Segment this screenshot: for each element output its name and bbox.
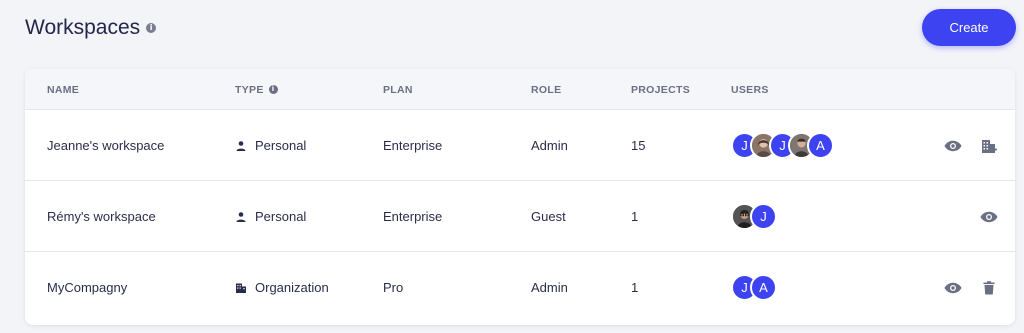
header-plan-label: PLAN: [383, 83, 413, 96]
view-icon[interactable]: [979, 207, 999, 227]
avatar[interactable]: A: [807, 132, 834, 159]
page-title-text: Workspaces: [25, 16, 141, 39]
header-role: ROLE: [531, 69, 561, 110]
workspace-type-label: Organization: [255, 280, 329, 295]
workspace-role: Admin: [531, 138, 568, 153]
header-projects: PROJECTS: [631, 69, 690, 110]
workspace-projects: 15: [631, 138, 646, 153]
table-row[interactable]: Jeanne's workspace Personal Enterprise A…: [25, 110, 1015, 181]
workspace-name[interactable]: Rémy's workspace: [47, 181, 156, 252]
workspace-type-label: Personal: [255, 138, 307, 153]
header-name: NAME: [47, 69, 79, 110]
info-icon[interactable]: i: [268, 85, 278, 94]
row-actions: [979, 181, 999, 252]
workspace-plan: Enterprise: [383, 138, 443, 153]
workspace-users: J A: [731, 252, 777, 323]
header-plan: PLAN: [383, 69, 413, 110]
page-title: Workspaces i: [25, 16, 157, 40]
workspace-name[interactable]: MyCompagny: [47, 252, 127, 323]
person-icon: [236, 211, 246, 222]
table-row[interactable]: Rémy's workspace Personal Enterprise Gue…: [25, 181, 1015, 252]
table-header: NAME TYPE i PLAN ROLE PROJECTS USERS: [25, 69, 1015, 110]
view-icon[interactable]: [943, 278, 963, 298]
workspace-role: Guest: [531, 209, 566, 224]
workspace-users: J: [731, 181, 777, 252]
workspace-projects: 1: [631, 209, 639, 224]
organization-icon: [236, 283, 246, 293]
workspace-type: Personal: [235, 181, 306, 252]
workspace-type: Organization: [235, 252, 329, 323]
header-role-label: ROLE: [531, 83, 562, 96]
avatar[interactable]: A: [750, 274, 777, 301]
header-type: TYPE i: [235, 69, 278, 110]
workspace-role: Admin: [531, 280, 568, 295]
header-users: USERS: [731, 69, 769, 110]
person-icon: [236, 140, 246, 151]
header-name-label: NAME: [47, 83, 80, 96]
workspace-type-label: Personal: [255, 209, 307, 224]
view-icon[interactable]: [943, 136, 963, 156]
table-row[interactable]: MyCompagny Organization Pro Admin 1 J A: [25, 252, 1015, 323]
workspace-plan: Pro: [383, 280, 404, 295]
workspace-users: J J A: [731, 110, 834, 181]
workspace-projects: 1: [631, 280, 639, 295]
header-projects-label: PROJECTS: [631, 83, 690, 96]
workspace-name[interactable]: Jeanne's workspace: [47, 110, 164, 181]
info-icon[interactable]: i: [146, 23, 157, 33]
workspaces-table: NAME TYPE i PLAN ROLE PROJECTS USERS Jean…: [25, 69, 1015, 325]
building-icon[interactable]: [979, 136, 999, 156]
create-button[interactable]: Create: [922, 9, 1016, 46]
header-type-label: TYPE: [235, 83, 264, 96]
row-actions: [943, 110, 999, 181]
header-users-label: USERS: [731, 83, 769, 96]
avatar[interactable]: J: [750, 203, 777, 230]
workspace-type: Personal: [235, 110, 306, 181]
workspace-plan: Enterprise: [383, 209, 443, 224]
row-actions: [943, 252, 999, 323]
delete-icon[interactable]: [979, 278, 999, 298]
